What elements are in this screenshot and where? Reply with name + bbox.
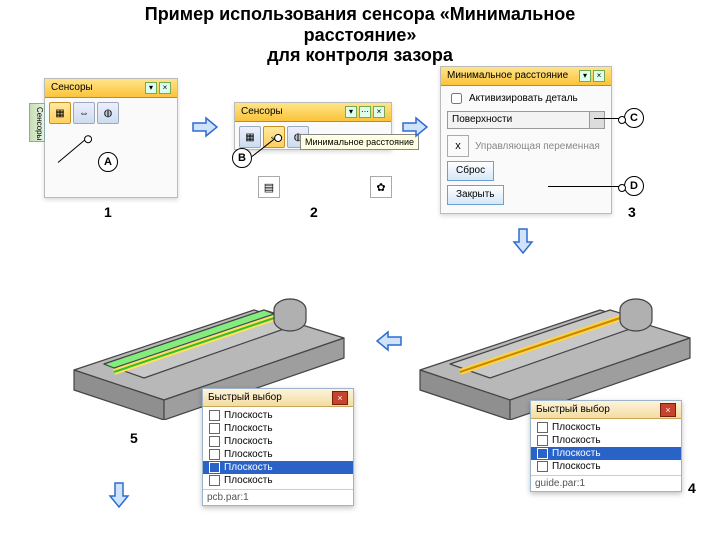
title-line-3: для контроля зазора	[267, 45, 453, 65]
panel-controls: ▾ ×	[145, 82, 171, 94]
step-number-4: 4	[688, 480, 696, 496]
list-item[interactable]: Плоскость	[203, 435, 353, 448]
callout-b: B	[232, 148, 252, 168]
ctrl-var-label: Управляющая переменная	[475, 141, 600, 152]
quick-select-list: Плоскость Плоскость Плоскость Плоскость …	[203, 407, 353, 489]
title-line-2: расстояние»	[304, 25, 417, 45]
overview-icon[interactable]: ▦	[239, 126, 261, 148]
panel-title: Сенсоры	[51, 79, 93, 97]
panel-title-3: Минимальное расстояние	[447, 67, 568, 85]
pin-icon[interactable]: ▾	[145, 82, 157, 94]
diagram-stage: Пример использования сенсора «Минимально…	[0, 0, 720, 540]
list-item[interactable]: Плоскость	[531, 421, 681, 434]
side-tab-sensors[interactable]: Сенсоры	[29, 103, 45, 142]
activate-part-check[interactable]: Активизировать деталь	[447, 90, 605, 107]
min-dist-panel: Минимальное расстояние ▾ × Активизироват…	[440, 66, 612, 214]
quick-select-5: Быстрый выбор × Плоскость Плоскость Плос…	[202, 388, 354, 506]
list-item[interactable]: Плоскость	[203, 409, 353, 422]
list-item[interactable]: Плоскость	[531, 434, 681, 447]
list-item-selected[interactable]: Плоскость	[531, 447, 681, 460]
panel-title-2: Сенсоры	[241, 103, 283, 121]
arrow-left-1	[376, 330, 402, 352]
general-var-icon[interactable]: ◍	[97, 102, 119, 124]
arrow-right-2	[402, 116, 428, 138]
step-number-1: 1	[104, 204, 112, 220]
pin-icon[interactable]: ▾	[345, 106, 357, 118]
arrow-down-2	[108, 482, 130, 508]
close-icon[interactable]: ×	[660, 403, 676, 417]
panel-controls-3: ▾ ×	[579, 70, 605, 82]
arrow-down-1	[512, 228, 534, 254]
quick-select-footer: guide.par:1	[531, 475, 681, 491]
callout-c-pointer	[594, 118, 624, 119]
sensors-panel-1: Сенсоры ▾ × ▦ ⇔ ◍ Сенсоры	[44, 78, 178, 198]
quick-select-title: Быстрый выбор	[536, 401, 610, 418]
callout-d: D	[624, 176, 644, 196]
quick-select-title: Быстрый выбор	[208, 389, 282, 406]
activate-part-checkbox[interactable]	[451, 93, 462, 104]
pin-icon[interactable]: ▾	[579, 70, 591, 82]
part-model-4	[400, 260, 700, 420]
close-icon[interactable]: ×	[373, 106, 385, 118]
page-title: Пример использования сенсора «Минимально…	[0, 4, 720, 66]
close-icon[interactable]: ×	[332, 391, 348, 405]
activate-part-label: Активизировать деталь	[469, 93, 578, 104]
step-number-5: 5	[130, 430, 138, 446]
min-dist-icon[interactable]: ⇔	[73, 102, 95, 124]
panel-header-3: Минимальное расстояние ▾ ×	[441, 67, 611, 86]
surfaces-dropdown[interactable]: Поверхности	[447, 111, 605, 129]
float-icon-1[interactable]: ▤	[258, 176, 280, 198]
quick-select-header: Быстрый выбор ×	[203, 389, 353, 407]
callout-d-pointer	[548, 186, 624, 187]
close-icon[interactable]: ×	[593, 70, 605, 82]
quick-select-header: Быстрый выбор ×	[531, 401, 681, 419]
side-tabs: Сенсоры	[29, 103, 45, 142]
title-line-1: Пример использования сенсора «Минимально…	[145, 4, 575, 24]
chevron-down-icon[interactable]	[589, 112, 604, 128]
close-icon[interactable]: ×	[159, 82, 171, 94]
callout-a: A	[98, 152, 118, 172]
list-item[interactable]: Плоскость	[531, 460, 681, 473]
panel-controls-2: ▾ ⋯ ×	[345, 106, 385, 118]
list-item[interactable]: Плоскость	[203, 448, 353, 461]
list-item[interactable]: Плоскость	[203, 474, 353, 487]
surfaces-value: Поверхности	[452, 114, 512, 125]
float-icon-2[interactable]: ✿	[370, 176, 392, 198]
step-number-2: 2	[310, 204, 318, 220]
quick-select-footer: pcb.par:1	[203, 489, 353, 505]
quick-select-4: Быстрый выбор × Плоскость Плоскость Плос…	[530, 400, 682, 492]
reset-button[interactable]: Сброс	[447, 161, 494, 181]
step-number-3: 3	[628, 204, 636, 220]
list-item[interactable]: Плоскость	[203, 422, 353, 435]
panel-header-2: Сенсоры ▾ ⋯ ×	[235, 103, 391, 122]
list-item-selected[interactable]: Плоскость	[203, 461, 353, 474]
panel-header: Сенсоры ▾ ×	[45, 79, 177, 98]
overview-icon[interactable]: ▦	[49, 102, 71, 124]
var-icon[interactable]: x	[447, 135, 469, 157]
toolbar: ▦ ⇔ ◍	[45, 98, 177, 128]
callout-c: C	[624, 108, 644, 128]
arrow-right-1	[192, 116, 218, 138]
close-button[interactable]: Закрыть	[447, 185, 504, 205]
quick-select-list: Плоскость Плоскость Плоскость Плоскость	[531, 419, 681, 475]
menu-icon[interactable]: ⋯	[359, 106, 371, 118]
